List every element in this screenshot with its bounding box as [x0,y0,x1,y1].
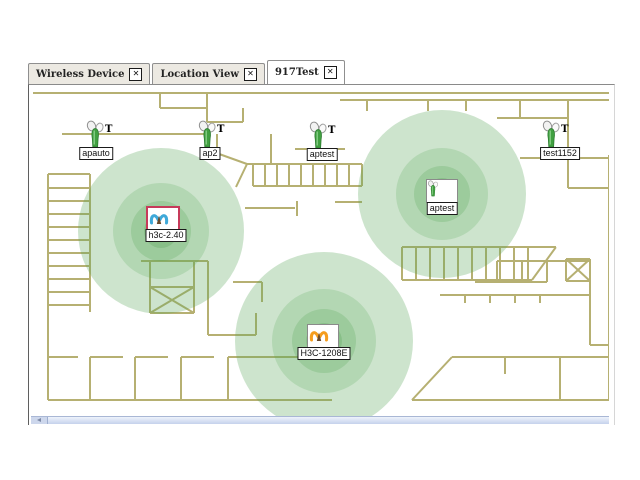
scrollbar-thumb[interactable] [31,417,48,424]
close-icon[interactable]: ✕ [244,68,257,81]
ap-device-icon-H3C-1208E[interactable] [307,324,339,348]
antenna-t-marker: T [105,124,112,135]
ap-label-h3c-2.40: h3c-2.40 [145,229,186,242]
ap-label-H3C-1208E: H3C-1208E [297,347,350,360]
map-panel: Tapauto Tap2 Taptest Ttest1152 h3c-2.40 aptes… [28,84,615,425]
access-point-layer: Tapauto Tap2 Taptest Ttest1152 h3c-2.40 aptes… [31,86,609,416]
tab-location-view[interactable]: Location View ✕ [152,63,264,84]
close-icon[interactable]: ✕ [324,66,337,79]
ap-label-test1152: test1152 [540,147,580,160]
tab-wireless-device[interactable]: Wireless Device ✕ [28,63,150,84]
tab-917test[interactable]: 917Test ✕ [267,60,345,84]
tab-label: Wireless Device [36,69,124,80]
antenna-t-marker: T [328,125,335,136]
ap-label-aptest: aptest [307,148,338,161]
ap-device-icon-aptest[interactable] [426,179,458,203]
ap-label-ap2: ap2 [199,147,220,160]
tab-bar: Wireless Device ✕ Location View ✕ 917Tes… [28,60,613,85]
antenna-t-marker: T [217,124,224,135]
floor-plan-canvas[interactable]: Tapauto Tap2 Taptest Ttest1152 h3c-2.40 aptes… [31,86,609,416]
antenna-t-marker: T [561,124,568,135]
ap-label-apauto: apauto [79,147,113,160]
ap-label-aptest: aptest [427,202,458,215]
tab-label: 917Test [275,67,319,78]
location-view-window: Wireless Device ✕ Location View ✕ 917Tes… [0,0,640,480]
tab-label: Location View [160,69,238,80]
close-icon[interactable]: ✕ [129,68,142,81]
horizontal-scrollbar[interactable] [31,416,609,424]
